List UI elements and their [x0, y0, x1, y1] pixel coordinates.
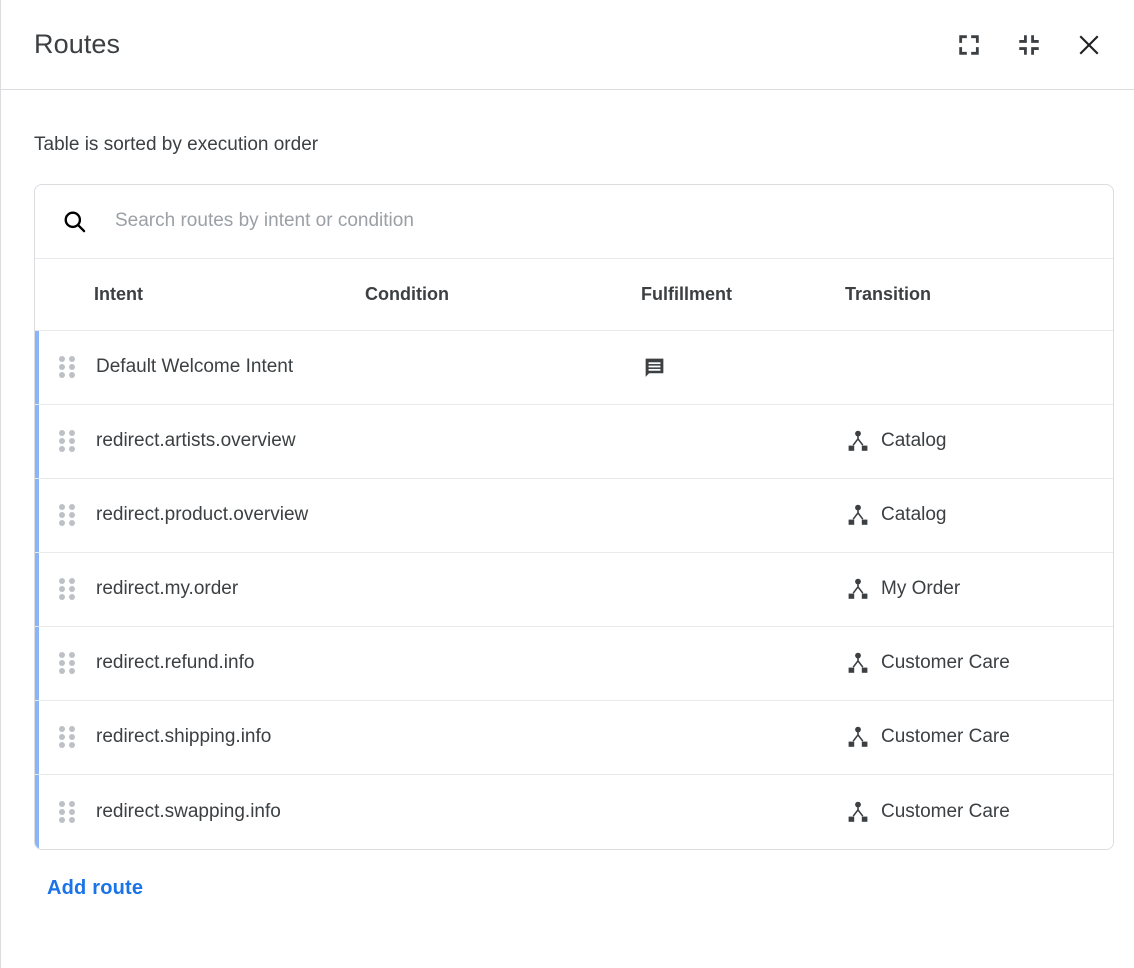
- drag-handle-icon[interactable]: [59, 504, 75, 526]
- table-row[interactable]: redirect.artists.overview: [35, 405, 1113, 479]
- drag-handle-icon[interactable]: [59, 726, 75, 748]
- cell-intent: Default Welcome Intent: [96, 354, 346, 380]
- cell-transition: Catalog: [845, 502, 1045, 528]
- transition-label: Catalog: [881, 428, 947, 454]
- search-icon: [59, 206, 89, 236]
- sorted-note: Table is sorted by execution order: [34, 134, 1112, 157]
- account-tree-icon: [845, 650, 871, 676]
- panel-body: Table is sorted by execution order Inten…: [1, 90, 1134, 968]
- transition-label: Customer Care: [881, 724, 1010, 750]
- table-row[interactable]: redirect.refund.info: [35, 627, 1113, 701]
- collapse-fullscreen-button[interactable]: [1012, 28, 1046, 62]
- table-row[interactable]: redirect.swapping.info: [35, 775, 1113, 849]
- row-accent-bar: [35, 331, 39, 404]
- table-row[interactable]: Default Welcome Intent: [35, 331, 1113, 405]
- row-accent-bar: [35, 775, 39, 849]
- add-route-button[interactable]: Add route: [47, 877, 143, 900]
- transition-label: Catalog: [881, 502, 947, 528]
- header-actions: [952, 28, 1106, 62]
- account-tree-icon: [845, 799, 871, 825]
- expand-fullscreen-button[interactable]: [952, 28, 986, 62]
- row-accent-bar: [35, 627, 39, 700]
- close-icon: [1075, 31, 1103, 59]
- drag-handle-icon[interactable]: [59, 356, 75, 378]
- row-accent-bar: [35, 553, 39, 626]
- table-row[interactable]: redirect.shipping.info: [35, 701, 1113, 775]
- transition-label: My Order: [881, 576, 960, 602]
- table-row[interactable]: redirect.product.overview: [35, 479, 1113, 553]
- cell-intent: redirect.refund.info: [96, 650, 346, 676]
- transition-label: Customer Care: [881, 799, 1010, 825]
- column-header-transition: Transition: [845, 284, 931, 305]
- table-row[interactable]: redirect.my.order: [35, 553, 1113, 627]
- account-tree-icon: [845, 428, 871, 454]
- transition-label: Customer Care: [881, 650, 1010, 676]
- drag-handle-icon[interactable]: [59, 652, 75, 674]
- cell-transition: My Order: [845, 576, 1045, 602]
- search-input[interactable]: [115, 210, 1089, 232]
- close-button[interactable]: [1072, 28, 1106, 62]
- account-tree-icon: [845, 502, 871, 528]
- column-header-intent: Intent: [94, 284, 143, 305]
- account-tree-icon: [845, 724, 871, 750]
- routes-table-card: Intent Condition Fulfillment Transition …: [34, 184, 1114, 850]
- drag-handle-icon[interactable]: [59, 430, 75, 452]
- cell-intent: redirect.swapping.info: [96, 799, 346, 825]
- page-title: Routes: [34, 31, 952, 58]
- routes-panel: Routes: [0, 0, 1134, 968]
- drag-handle-icon[interactable]: [59, 801, 75, 823]
- row-accent-bar: [35, 479, 39, 552]
- table-header-row: Intent Condition Fulfillment Transition: [35, 259, 1113, 331]
- cell-transition: Customer Care: [845, 650, 1045, 676]
- panel-header: Routes: [1, 0, 1134, 90]
- cell-intent: redirect.my.order: [96, 576, 346, 602]
- account-tree-icon: [845, 576, 871, 602]
- cell-transition: Catalog: [845, 428, 1045, 454]
- search-row[interactable]: [35, 185, 1113, 259]
- cell-fulfillment: [641, 354, 801, 380]
- collapse-fullscreen-icon: [1016, 32, 1042, 58]
- cell-intent: redirect.product.overview: [96, 502, 346, 528]
- row-accent-bar: [35, 701, 39, 774]
- message-icon[interactable]: [641, 354, 667, 380]
- expand-fullscreen-icon: [956, 32, 982, 58]
- cell-intent: redirect.shipping.info: [96, 724, 346, 750]
- cell-intent: redirect.artists.overview: [96, 428, 346, 454]
- cell-transition: Customer Care: [845, 799, 1045, 825]
- drag-handle-icon[interactable]: [59, 578, 75, 600]
- routes-table-body: Default Welcome Intent: [35, 331, 1113, 849]
- column-header-condition: Condition: [365, 284, 449, 305]
- row-accent-bar: [35, 405, 39, 478]
- cell-transition: Customer Care: [845, 724, 1045, 750]
- column-header-fulfillment: Fulfillment: [641, 284, 732, 305]
